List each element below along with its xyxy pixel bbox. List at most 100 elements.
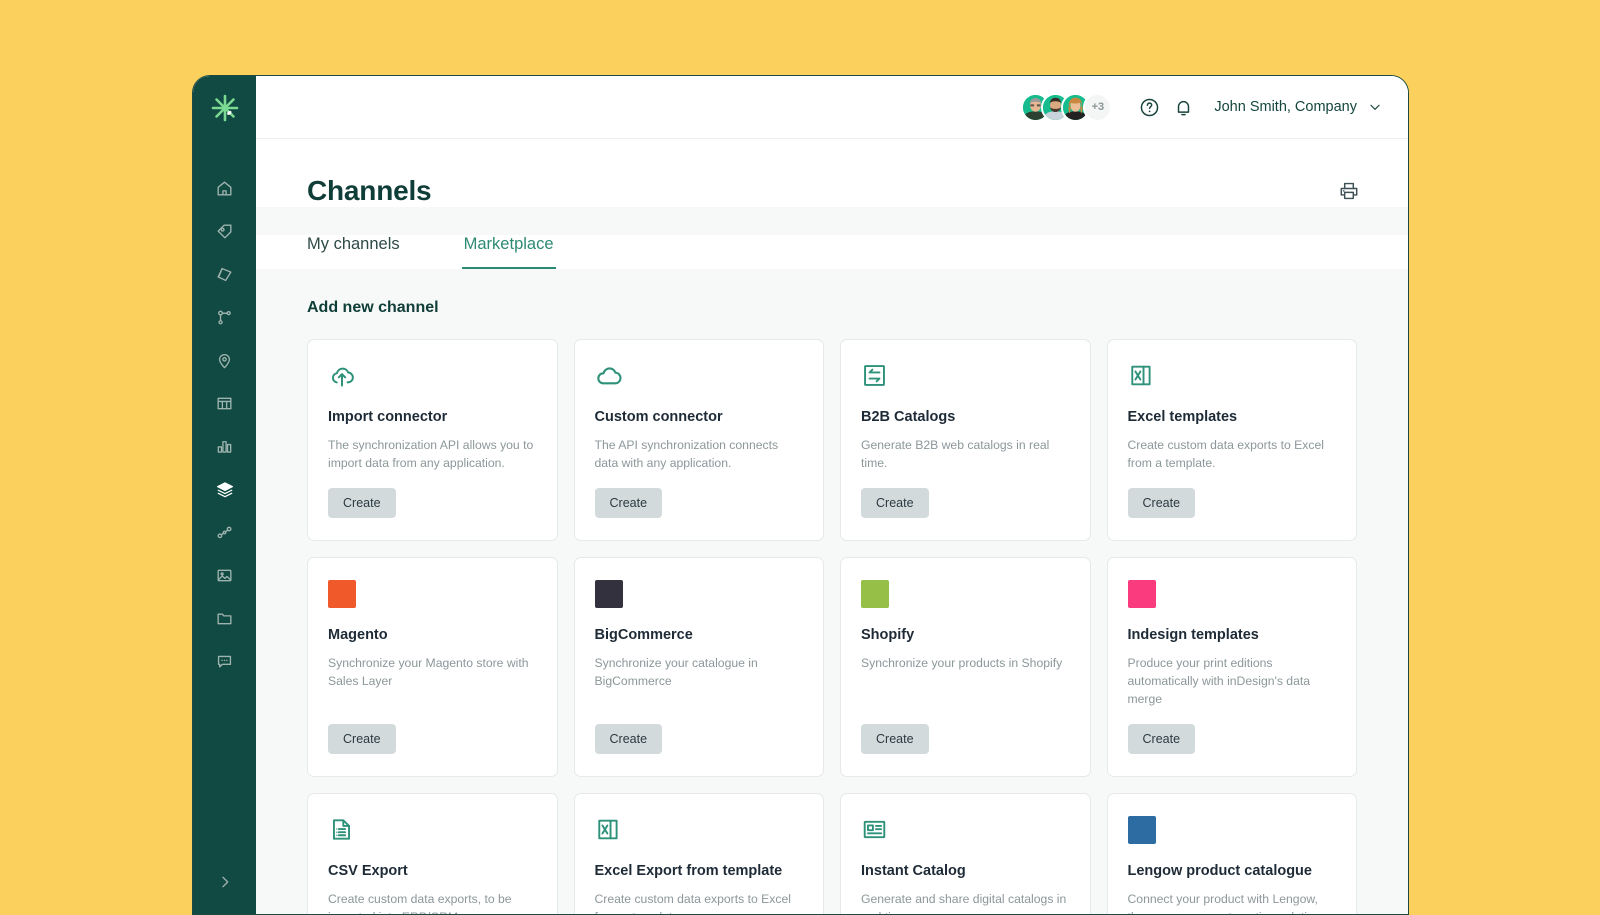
- sidebar-item-analytics[interactable]: [193, 425, 256, 468]
- sidebar-item-catalogs[interactable]: [193, 253, 256, 296]
- page-header: Channels: [256, 139, 1408, 207]
- help-button[interactable]: [1132, 90, 1166, 124]
- channel-card-grid: Import connector The synchronization API …: [307, 339, 1357, 914]
- document-list-icon: [328, 816, 537, 846]
- indesign-swatch: [1127, 580, 1337, 610]
- channel-card[interactable]: Shopify Synchronize your products in Shop…: [840, 557, 1091, 778]
- page-title: Channels: [307, 175, 432, 206]
- nodes-icon: [217, 526, 232, 539]
- create-button[interactable]: Create: [1127, 724, 1196, 755]
- channel-card-title: B2B Catalogs: [861, 409, 956, 425]
- channel-card-description: Synchronize your Magento store with Sale…: [328, 656, 529, 689]
- sidebar: [193, 76, 256, 914]
- channel-card[interactable]: B2B Catalogs Generate B2B web catalogs in…: [840, 339, 1091, 542]
- channel-card[interactable]: BigCommerce Synchronize your catalogue in…: [573, 557, 824, 778]
- layers-icon: [216, 481, 233, 497]
- create-button[interactable]: Create: [1127, 488, 1196, 519]
- shopify-swatch-color: [861, 580, 889, 609]
- bigcommerce-swatch-color: [594, 580, 623, 609]
- folder-icon: [217, 613, 232, 625]
- sidebar-item-messages[interactable]: [193, 640, 256, 683]
- channel-card-description: The API synchronization connects data wi…: [594, 438, 779, 471]
- tag-icon: [217, 224, 232, 239]
- tab-bar: My channels Marketplace: [256, 235, 1408, 269]
- team-avatars[interactable]: +3: [1021, 92, 1113, 122]
- create-button[interactable]: Create: [594, 724, 663, 755]
- channel-card-description: Connect your product with Lengow, the ec…: [1127, 892, 1324, 914]
- home-icon: [217, 181, 232, 196]
- create-button[interactable]: Create: [328, 488, 396, 519]
- magento-swatch: [328, 580, 537, 610]
- channel-card-title: Excel templates: [1127, 409, 1238, 425]
- sidebar-item-workflows[interactable]: [193, 296, 256, 339]
- app-window: +3 John Smith, Company Channels My chann…: [192, 75, 1409, 915]
- create-button[interactable]: Create: [328, 724, 396, 755]
- exchange-box-icon: [861, 362, 1070, 392]
- tab-marketplace[interactable]: Marketplace: [461, 235, 556, 269]
- user-menu[interactable]: John Smith, Company: [1214, 99, 1382, 115]
- channel-card[interactable]: Excel Export from template Create custom …: [573, 793, 824, 914]
- channel-card-description: Generate B2B web catalogs in real time.: [861, 438, 1050, 471]
- pin-icon: [218, 354, 231, 369]
- sidebar-expand-button[interactable]: [193, 874, 256, 890]
- magento-swatch-color: [328, 580, 356, 609]
- sidebar-item-grid[interactable]: [193, 382, 256, 425]
- channel-card[interactable]: Magento Synchronize your Magento store wi…: [307, 557, 558, 778]
- question-circle-icon: [1140, 98, 1159, 116]
- channel-card-description: Synchronize your catalogue in BigCommerc…: [594, 656, 758, 689]
- channel-card-title: Instant Catalog: [861, 863, 966, 880]
- id-card-icon: [861, 816, 1070, 846]
- channel-card-title: Import connector: [328, 409, 448, 425]
- create-button[interactable]: Create: [861, 724, 929, 755]
- sidebar-nav: [193, 167, 256, 683]
- content-area: Add new channel Import connector The sync…: [256, 269, 1408, 914]
- chevron-down-icon: [1370, 104, 1380, 110]
- channel-card[interactable]: Custom connector The API synchronization …: [573, 339, 824, 542]
- sidebar-item-media[interactable]: [193, 554, 256, 597]
- asterisk-logo-icon: [211, 94, 238, 121]
- excel-file-icon: [595, 816, 804, 846]
- channel-card-title: Custom connector: [594, 409, 723, 425]
- sidebar-item-connections[interactable]: [193, 511, 256, 554]
- channel-card[interactable]: Import connector The synchronization API …: [307, 339, 558, 542]
- channel-card[interactable]: Excel templates Create custom data export…: [1106, 339, 1357, 542]
- indesign-swatch-color: [1127, 580, 1156, 609]
- create-button[interactable]: Create: [594, 488, 663, 519]
- section-title: Add new channel: [307, 299, 439, 316]
- notifications-button[interactable]: [1166, 90, 1200, 124]
- channel-card[interactable]: Lengow product catalogue Connect your pro…: [1106, 793, 1357, 914]
- app-logo[interactable]: [193, 79, 256, 136]
- channel-card-title: BigCommerce: [594, 627, 693, 644]
- channel-card-description: Create custom data exports to Excel from…: [594, 892, 791, 914]
- channel-card[interactable]: Instant Catalog Generate and share digita…: [840, 793, 1091, 914]
- topbar: +3 John Smith, Company: [256, 76, 1408, 139]
- shopify-swatch: [861, 580, 1070, 610]
- channel-card-description: Produce your print editions automaticall…: [1127, 656, 1311, 707]
- excel-file-icon: [1128, 362, 1337, 392]
- user-name-label: John Smith, Company: [1214, 99, 1357, 115]
- print-button[interactable]: [1336, 178, 1362, 204]
- columns-icon: [217, 397, 232, 410]
- channel-card[interactable]: Indesign templates Produce your print edi…: [1106, 557, 1357, 778]
- avatar-overflow-count[interactable]: +3: [1083, 92, 1113, 122]
- sidebar-item-locations[interactable]: [193, 339, 256, 382]
- sidebar-item-files[interactable]: [193, 597, 256, 640]
- channel-card-title: Excel Export from template: [594, 863, 783, 880]
- cloud-icon: [595, 362, 804, 392]
- channel-card-title: Magento: [328, 627, 388, 644]
- channel-card-title: CSV Export: [328, 863, 408, 880]
- branch-icon: [218, 310, 231, 325]
- create-button[interactable]: Create: [861, 488, 929, 519]
- sidebar-item-home[interactable]: [193, 167, 256, 210]
- bell-icon: [1177, 100, 1190, 115]
- chevron-right-icon: [221, 876, 228, 888]
- lengow-swatch: [1127, 816, 1337, 846]
- channel-card-description: Create custom data exports to Excel from…: [1127, 438, 1324, 471]
- channel-card-title: Shopify: [861, 627, 915, 644]
- channel-card[interactable]: CSV Export Create custom data exports, to…: [307, 793, 558, 914]
- sidebar-item-channels[interactable]: [193, 468, 256, 511]
- tab-my-channels[interactable]: My channels: [307, 235, 400, 269]
- channel-card-title: Indesign templates: [1127, 627, 1259, 644]
- channel-card-title: Lengow product catalogue: [1127, 863, 1312, 880]
- sidebar-item-products[interactable]: [193, 210, 256, 253]
